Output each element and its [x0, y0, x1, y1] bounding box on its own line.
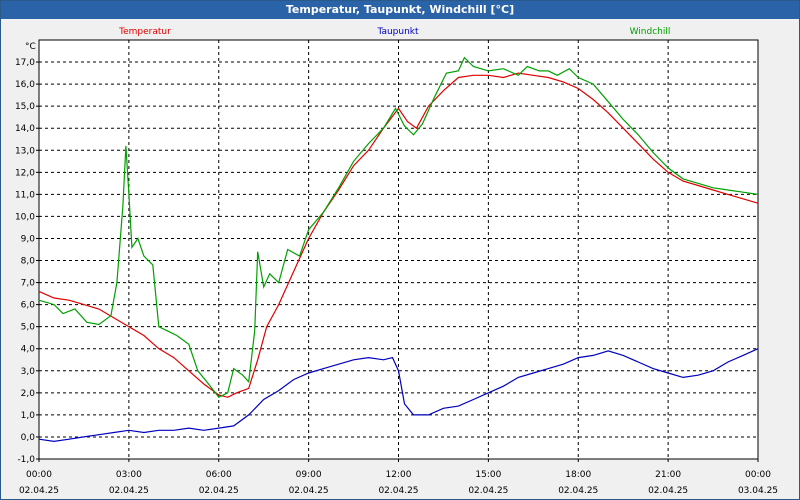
x-tick-date-label: 02.04.25 [558, 486, 598, 496]
x-axis: 00:00 02.04.25 03:00 02.04.25 06:00 02.04.25 0… [19, 459, 778, 496]
y-tick-label: 16,0 [15, 80, 35, 90]
y-tick-label: 15,0 [15, 102, 35, 112]
x-tick-time-label: 18:00 [565, 470, 591, 480]
x-tick-time-label: 21:00 [655, 470, 681, 480]
y-tick-label: 9,0 [21, 234, 36, 244]
x-tick-date-label: 02.04.25 [468, 486, 508, 496]
legend-entry-windchill: Windchill [630, 27, 671, 37]
y-tick-label: 13,0 [15, 146, 35, 156]
x-tick-date-label: 02.04.25 [648, 486, 688, 496]
y-tick-label: 1,0 [21, 411, 36, 421]
x-tick-date-label: 02.04.25 [378, 486, 418, 496]
y-tick-label: 3,0 [21, 367, 36, 377]
x-tick-time-label: 03:00 [116, 470, 142, 480]
x-tick-time-label: 00:00 [745, 470, 771, 480]
x-tick-time-label: 09:00 [296, 470, 322, 480]
y-tick-label: 4,0 [21, 345, 36, 355]
y-tick-label: 14,0 [15, 124, 35, 134]
x-tick-date-label: 03.04.25 [738, 486, 778, 496]
y-tick-label: 10,0 [15, 212, 35, 222]
y-tick-label: 6,0 [21, 301, 36, 311]
y-tick-label: 17,0 [15, 58, 35, 68]
legend: Temperatur Taupunkt Windchill [118, 27, 670, 37]
line-chart: -1,0 0,0 1,0 2,0 3,0 4,0 5,0 6,0 7,0 8,0 9,0 10,0 11… [15, 27, 778, 496]
y-tick-label: 11,0 [15, 190, 35, 200]
x-tick-date-label: 02.04.25 [19, 486, 59, 496]
y-tick-label: 0,0 [21, 433, 36, 443]
legend-entry-taupunkt: Taupunkt [376, 27, 419, 37]
x-tick-time-label: 06:00 [206, 470, 232, 480]
x-tick-date-label: 02.04.25 [289, 486, 329, 496]
x-tick-time-label: 15:00 [475, 470, 501, 480]
x-tick-date-label: 02.04.25 [199, 486, 239, 496]
y-tick-label: -1,0 [17, 455, 35, 465]
y-tick-label: 8,0 [21, 257, 36, 267]
chart-window: Temperatur, Taupunkt, Windchill [°C] -1,… [0, 0, 800, 500]
legend-entry-temperatur: Temperatur [118, 27, 171, 37]
y-axis-unit-label: °C [25, 42, 36, 52]
y-tick-label: 12,0 [15, 168, 35, 178]
y-axis: -1,0 0,0 1,0 2,0 3,0 4,0 5,0 6,0 7,0 8,0 9,0 10,0 11… [15, 58, 39, 465]
y-tick-label: 7,0 [21, 279, 36, 289]
y-tick-label: 2,0 [21, 389, 36, 399]
x-tick-date-label: 02.04.25 [109, 486, 149, 496]
x-tick-time-label: 00:00 [26, 470, 52, 480]
x-tick-time-label: 12:00 [386, 470, 412, 480]
y-tick-label: 5,0 [21, 323, 36, 333]
